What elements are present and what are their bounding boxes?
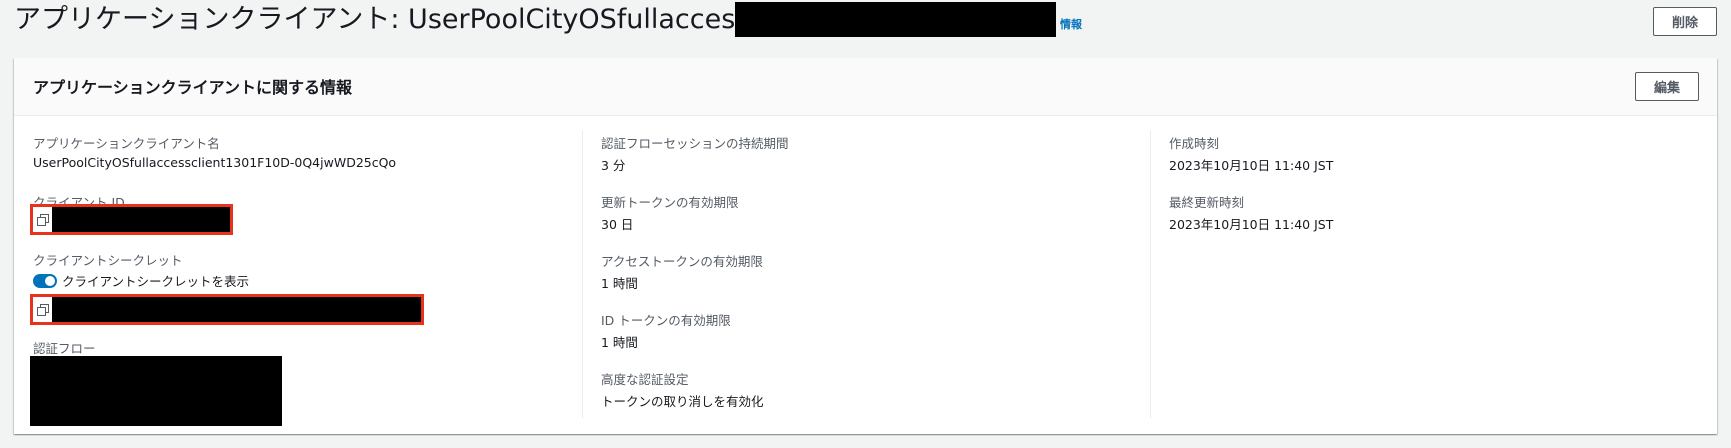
copy-icon [36, 213, 49, 226]
app-client-info-panel: アプリケーションクライアントに関する情報 編集 アプリケーションクライアント名 … [14, 58, 1717, 434]
advanced-auth-value: トークンの取り消しを有効化 [601, 394, 764, 409]
column-divider [582, 130, 583, 418]
auth-session-label: 認証フローセッションの持続期間 [601, 136, 789, 151]
copy-client-secret-button[interactable] [33, 297, 52, 322]
page-header: アプリケーションクライアント: UserPoolCityOSfullaccess… [0, 0, 1731, 52]
auth-flow-label: 認証フロー [33, 341, 96, 356]
auth-session-value: 3 分 [601, 158, 626, 173]
client-secret-field [30, 294, 424, 325]
client-secret-label: クライアントシークレット [33, 253, 183, 268]
id-token-label: ID トークンの有効期限 [601, 313, 731, 328]
page-title: アプリケーションクライアント: UserPoolCityOSfullaccess… [14, 4, 824, 35]
show-secret-toggle[interactable] [33, 274, 57, 288]
edit-button[interactable]: 編集 [1635, 72, 1699, 101]
refresh-token-value: 30 日 [601, 217, 634, 232]
info-link[interactable]: 情報 [1060, 16, 1082, 32]
updated-value: 2023年10月10日 11:40 JST [1169, 217, 1334, 232]
redacted-title-suffix [735, 2, 1056, 37]
panel-title: アプリケーションクライアントに関する情報 [33, 78, 353, 97]
auth-flow-redacted [30, 356, 282, 426]
copy-client-id-button[interactable] [33, 207, 52, 232]
created-label: 作成時刻 [1169, 136, 1220, 151]
client-id-field [30, 204, 233, 235]
panel-header: アプリケーションクライアントに関する情報 編集 [14, 58, 1717, 116]
column-divider [1150, 130, 1151, 418]
access-token-label: アクセストークンの有効期限 [601, 254, 763, 269]
refresh-token-label: 更新トークンの有効期限 [601, 195, 739, 210]
advanced-auth-label: 高度な認証設定 [601, 372, 689, 387]
show-secret-label: クライアントシークレットを表示 [62, 274, 250, 289]
created-value: 2023年10月10日 11:40 JST [1169, 158, 1334, 173]
client-name-value: UserPoolCityOSfullaccessclient1301F10D-0… [33, 155, 397, 170]
copy-icon [36, 303, 49, 316]
id-token-value: 1 時間 [601, 335, 638, 350]
client-name-label: アプリケーションクライアント名 [33, 136, 220, 151]
access-token-value: 1 時間 [601, 276, 638, 291]
delete-button[interactable]: 削除 [1653, 7, 1717, 36]
updated-label: 最終更新時刻 [1169, 195, 1245, 210]
